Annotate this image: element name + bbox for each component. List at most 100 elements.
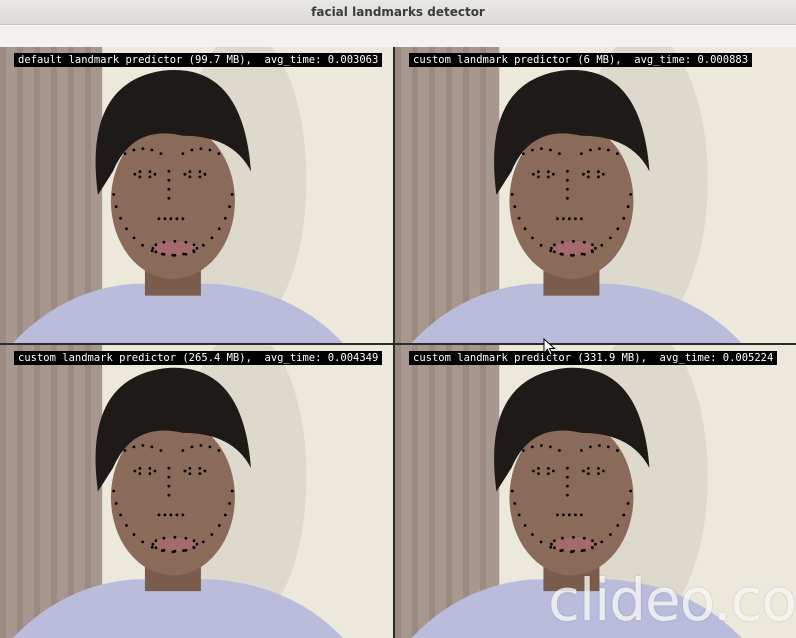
landmark-dot bbox=[154, 243, 158, 247]
landmark-dot bbox=[199, 147, 203, 150]
landmark-dot bbox=[591, 243, 594, 247]
landmark-dot bbox=[558, 449, 561, 452]
landmark-dot bbox=[626, 205, 630, 209]
landmark-dot bbox=[597, 467, 600, 470]
landmark-dot bbox=[217, 152, 221, 155]
landmark-dot bbox=[531, 445, 534, 449]
landmark-dot bbox=[198, 175, 202, 179]
landmark-dot bbox=[173, 535, 177, 539]
landmark-dot bbox=[566, 187, 569, 191]
landmark-dot bbox=[119, 513, 122, 517]
landmark-dot bbox=[568, 217, 571, 221]
landmark-dot bbox=[153, 469, 157, 473]
landmark-dot bbox=[513, 205, 517, 209]
landmark-dot bbox=[175, 217, 179, 221]
landmark-dot bbox=[553, 539, 556, 543]
landmark-dot bbox=[568, 513, 571, 517]
landmark-dot bbox=[547, 170, 550, 174]
landmark-dot bbox=[133, 469, 137, 473]
landmark-dot bbox=[583, 548, 586, 552]
landmark-dot bbox=[553, 243, 556, 247]
landmark-dot bbox=[192, 243, 196, 247]
landmark-dot bbox=[112, 489, 116, 493]
landmark-dot bbox=[580, 217, 583, 221]
landmark-dot bbox=[583, 252, 586, 256]
landmark-dot bbox=[580, 513, 583, 517]
landmark-dot bbox=[151, 542, 155, 546]
video-pane-custom-6mb: custom landmark predictor (6 MB), avg_ti… bbox=[395, 47, 796, 343]
landmark-dot bbox=[133, 172, 137, 176]
landmark-dot bbox=[154, 539, 158, 543]
landmark-dot bbox=[561, 548, 564, 552]
landmark-dot bbox=[112, 193, 116, 196]
landmark-dot bbox=[181, 217, 185, 221]
landmark-dot bbox=[616, 227, 620, 231]
landmark-dot bbox=[572, 239, 575, 243]
landmark-dot bbox=[549, 545, 553, 549]
landmark-dot bbox=[566, 493, 569, 497]
landmark-dot bbox=[553, 546, 556, 550]
landmark-dot bbox=[523, 524, 527, 527]
landmark-dot bbox=[580, 252, 584, 256]
landmark-dot bbox=[230, 193, 234, 196]
landmark-dot bbox=[148, 467, 152, 470]
landmark-dot bbox=[125, 227, 128, 231]
landmark-dot bbox=[626, 502, 630, 505]
landmark-dot bbox=[192, 250, 196, 254]
window-toolbar-area bbox=[0, 25, 796, 47]
landmark-dot bbox=[141, 147, 145, 150]
webcam-frame bbox=[0, 345, 393, 638]
landmark-dot bbox=[198, 472, 202, 475]
landmark-dot bbox=[531, 148, 534, 152]
landmark-dot bbox=[183, 172, 187, 176]
landmark-dot bbox=[201, 540, 205, 544]
landmark-dot bbox=[558, 152, 561, 155]
landmark-dot bbox=[125, 524, 128, 527]
landmark-dot bbox=[153, 172, 157, 176]
landmark-dot bbox=[549, 445, 552, 449]
landmark-dot bbox=[587, 472, 590, 475]
landmark-dot bbox=[531, 236, 534, 240]
landmark-dot bbox=[151, 246, 155, 250]
pane-label: default landmark predictor (99.7 MB), av… bbox=[14, 53, 383, 67]
landmark-dot bbox=[192, 539, 196, 543]
landmark-dot bbox=[598, 147, 601, 150]
landmark-dot bbox=[597, 170, 600, 174]
landmark-dot bbox=[163, 217, 167, 221]
landmark-dot bbox=[157, 513, 161, 517]
landmark-dot bbox=[549, 148, 552, 152]
window-titlebar[interactable]: facial landmarks detector bbox=[0, 0, 796, 25]
window-title: facial landmarks detector bbox=[311, 5, 485, 19]
landmark-dot bbox=[138, 175, 142, 179]
landmark-dot bbox=[537, 467, 540, 470]
landmark-dot bbox=[539, 540, 543, 544]
landmark-dot bbox=[532, 469, 535, 473]
landmark-dot bbox=[589, 445, 592, 449]
landmark-dot bbox=[184, 240, 188, 244]
webcam-frame bbox=[395, 47, 796, 343]
landmark-dot bbox=[537, 472, 540, 475]
landmark-dot bbox=[602, 172, 605, 176]
landmark-dot bbox=[167, 178, 171, 182]
landmark-dot bbox=[622, 513, 626, 517]
landmark-dot bbox=[132, 148, 136, 152]
landmark-dot bbox=[550, 542, 553, 546]
landmark-dot bbox=[594, 542, 597, 546]
landmark-dot bbox=[537, 175, 540, 179]
landmark-dot bbox=[183, 469, 187, 473]
landmark-dot bbox=[217, 524, 221, 527]
landmark-dot bbox=[622, 216, 626, 220]
landmark-dot bbox=[582, 172, 585, 176]
landmark-dot bbox=[181, 449, 185, 452]
landmark-dot bbox=[190, 445, 194, 449]
landmark-dot bbox=[556, 513, 559, 517]
landmark-dot bbox=[607, 148, 610, 152]
landmark-dot bbox=[157, 217, 161, 221]
landmark-dot bbox=[629, 193, 633, 196]
landmark-dot bbox=[591, 546, 594, 550]
landmark-dot bbox=[148, 170, 152, 174]
landmark-dot bbox=[167, 466, 171, 470]
landmark-dot bbox=[162, 536, 166, 540]
landmark-dot bbox=[574, 513, 577, 517]
landmark-dot bbox=[547, 467, 550, 470]
